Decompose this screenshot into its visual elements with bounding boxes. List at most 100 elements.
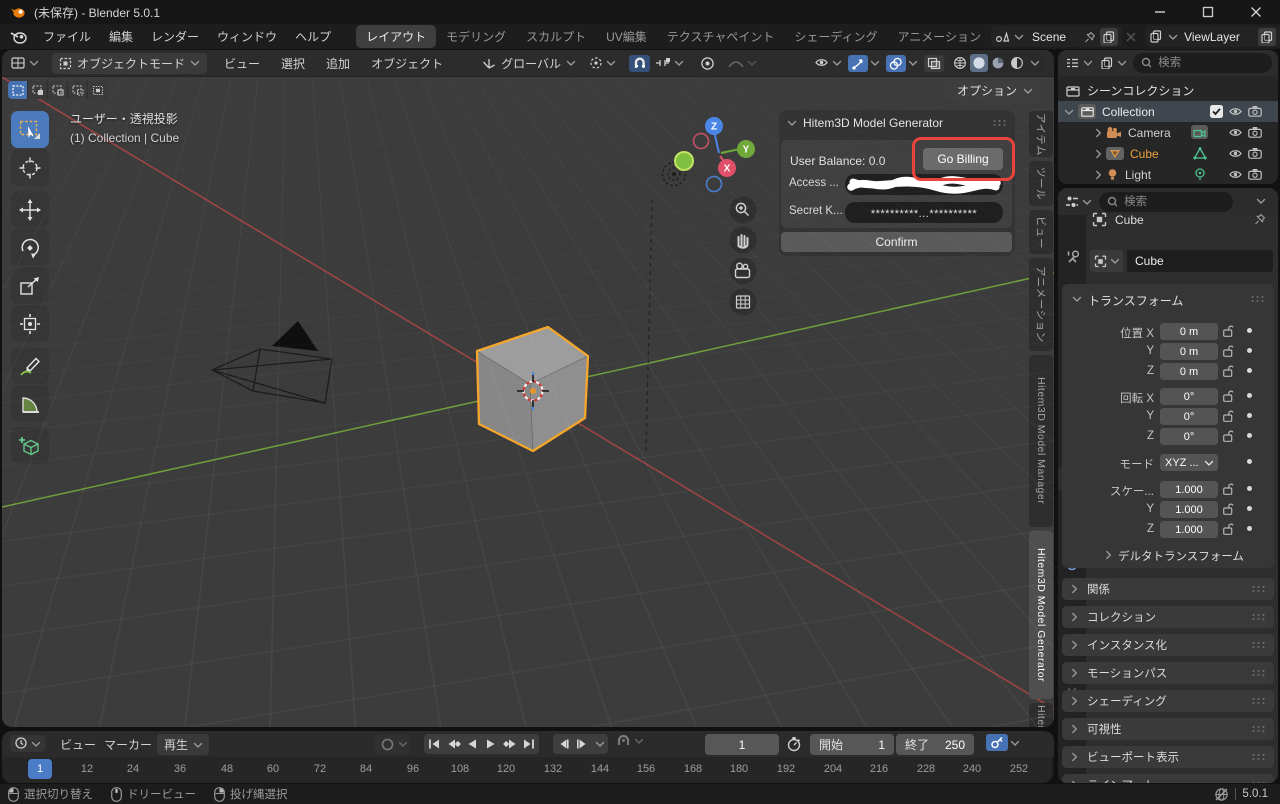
loc-x-field[interactable]: 0 m <box>1160 323 1218 340</box>
panel-line-art[interactable]: ラインアート <box>1062 774 1274 783</box>
hide-eye-icon[interactable] <box>1229 169 1243 181</box>
scene-icon[interactable] <box>995 30 1010 43</box>
rot-x-field[interactable]: 0° <box>1160 388 1218 405</box>
panel-collapse-icon[interactable] <box>787 119 797 127</box>
select-mode-set[interactable] <box>8 81 27 99</box>
current-frame-field[interactable]: 1 <box>705 734 779 755</box>
rot-z-field[interactable]: 0° <box>1160 428 1218 445</box>
tool-move[interactable] <box>11 191 49 228</box>
sidebar-tab-hitem3d-generator[interactable]: Hitem3D Model Generator <box>1029 531 1053 699</box>
shading-solid-button[interactable] <box>970 54 988 72</box>
animate-dot[interactable] <box>1247 328 1252 333</box>
shading-wireframe-button[interactable] <box>951 54 969 72</box>
next-frame-button[interactable] <box>573 735 591 753</box>
unlink-scene-icon[interactable] <box>1126 32 1136 42</box>
viewport-canvas[interactable]: Z Y X <box>2 77 1054 727</box>
menu-object[interactable]: オブジェクト <box>367 53 447 74</box>
keying-dropdown[interactable] <box>1010 739 1019 747</box>
light-row[interactable]: Light <box>1058 164 1278 184</box>
hide-eye-icon[interactable] <box>1229 106 1243 118</box>
light-label[interactable]: Light <box>1125 168 1151 182</box>
pin-icon[interactable] <box>1084 31 1096 43</box>
mode-dropdown[interactable]: オブジェクトモード <box>52 53 207 74</box>
go-billing-button[interactable]: Go Billing <box>923 148 1003 170</box>
rot-y-field[interactable]: 0° <box>1160 408 1218 425</box>
menu-help[interactable]: ヘルプ <box>286 25 340 48</box>
lock-icon[interactable] <box>1223 410 1235 423</box>
properties-search-input[interactable] <box>1122 195 1225 209</box>
gizmos-dropdown[interactable] <box>870 59 880 67</box>
hide-eye-icon[interactable] <box>1229 148 1243 160</box>
scene-collection-row[interactable]: シーンコレクション <box>1058 80 1278 101</box>
gizmos-toggle[interactable] <box>848 55 868 72</box>
scale-z-field[interactable]: 1.000 <box>1160 521 1218 538</box>
delta-transform-header[interactable]: デルタトランスフォーム <box>1118 548 1244 564</box>
outliner-search-input[interactable] <box>1156 56 1264 70</box>
lock-icon[interactable] <box>1223 325 1235 338</box>
shading-material-button[interactable] <box>989 54 1007 72</box>
shading-rendered-button[interactable] <box>1008 54 1026 72</box>
lock-icon[interactable] <box>1223 365 1235 378</box>
secret-key-field[interactable]: **********...********** <box>845 202 1003 223</box>
render-visibility-icon[interactable] <box>1248 147 1263 160</box>
menu-window[interactable]: ウィンドウ <box>208 25 286 48</box>
menu-select[interactable]: 選択 <box>277 53 309 74</box>
cube-label[interactable]: Cube <box>1130 147 1159 161</box>
sidebar-tab-hitem3d-manager[interactable]: Hitem3D Model Manager <box>1029 355 1053 527</box>
record-dropdown[interactable] <box>398 740 407 748</box>
autokey-toggle[interactable] <box>616 734 631 748</box>
object-name-field[interactable]: Cube <box>1127 250 1273 272</box>
shading-dropdown[interactable] <box>1027 59 1043 67</box>
lock-icon[interactable] <box>1223 430 1235 443</box>
chevron-right-icon[interactable] <box>1094 149 1103 159</box>
proportional-editing-toggle[interactable] <box>700 56 715 71</box>
collection-label[interactable]: Collection <box>1102 105 1155 119</box>
chevron-right-icon[interactable] <box>1094 170 1103 180</box>
animate-dot[interactable] <box>1247 348 1252 353</box>
animate-dot[interactable] <box>1247 486 1252 491</box>
pin-icon[interactable] <box>1254 213 1267 226</box>
scale-y-field[interactable]: 1.000 <box>1160 501 1218 518</box>
menu-edit[interactable]: 編集 <box>100 25 142 48</box>
menu-render[interactable]: レンダー <box>142 25 208 48</box>
animate-dot[interactable] <box>1247 433 1252 438</box>
play-button[interactable] <box>482 735 500 753</box>
loc-z-field[interactable]: 0 m <box>1160 363 1218 380</box>
panel-collections[interactable]: コレクション <box>1062 606 1274 628</box>
properties-display-dropdown[interactable] <box>1063 193 1094 210</box>
transform-orientation-dropdown[interactable]: グローバル <box>482 55 576 72</box>
frame-end-field[interactable]: 終了 250 <box>896 734 974 755</box>
record-button[interactable] <box>378 735 396 753</box>
playhead-badge[interactable]: 1 <box>28 759 52 779</box>
use-preview-range-icon[interactable] <box>786 736 802 752</box>
scale-x-field[interactable]: 1.000 <box>1160 481 1218 498</box>
panel-shading[interactable]: シェーディング <box>1062 690 1274 712</box>
lock-icon[interactable] <box>1223 345 1235 358</box>
animate-dot[interactable] <box>1247 459 1252 464</box>
editor-type-button[interactable] <box>10 56 39 70</box>
proportional-falloff-dropdown[interactable] <box>728 57 757 69</box>
tool-cursor[interactable] <box>11 149 49 186</box>
workspace-tab-uv[interactable]: UV編集 <box>596 25 657 48</box>
tool-scale[interactable] <box>11 267 49 304</box>
tool-add-cube[interactable] <box>11 427 49 464</box>
outliner-search[interactable] <box>1133 53 1272 73</box>
sidebar-tab-item[interactable]: アイテム <box>1029 111 1053 157</box>
confirm-button[interactable]: Confirm <box>781 232 1012 252</box>
network-offline-icon[interactable] <box>1214 787 1229 802</box>
cube-row[interactable]: Cube <box>1058 143 1278 164</box>
panel-relations[interactable]: 関係 <box>1062 578 1274 600</box>
properties-search[interactable] <box>1099 192 1233 212</box>
menu-view[interactable]: ビュー <box>220 53 264 74</box>
chevron-right-icon[interactable] <box>1094 128 1103 138</box>
tool-select-box[interactable] <box>11 111 49 148</box>
visibility-dropdown[interactable] <box>815 57 842 69</box>
blender-menu-icon[interactable] <box>10 29 28 45</box>
tool-transform[interactable] <box>11 305 49 342</box>
animate-dot[interactable] <box>1247 413 1252 418</box>
render-visibility-icon[interactable] <box>1248 168 1263 181</box>
workspace-tab-layout[interactable]: レイアウト <box>356 25 436 48</box>
collection-row[interactable]: Collection <box>1058 101 1278 122</box>
minimize-icon[interactable] <box>1154 6 1166 18</box>
prev-frame-button[interactable] <box>554 735 572 753</box>
